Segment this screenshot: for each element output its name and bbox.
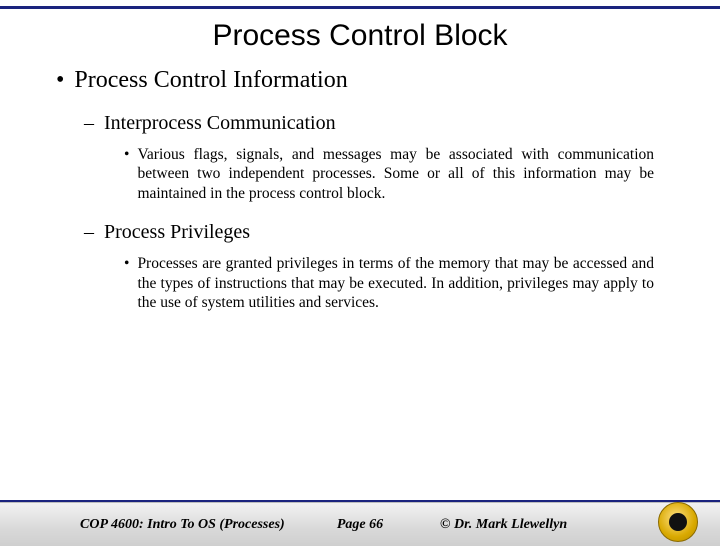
footer-bar: COP 4600: Intro To OS (Processes) Page 6… [0, 502, 720, 546]
footer: COP 4600: Intro To OS (Processes) Page 6… [0, 500, 720, 546]
level1-text: Process Control Information [74, 67, 347, 93]
ucf-logo-icon [658, 502, 698, 542]
bullet-level2: –Interprocess Communication [84, 112, 664, 135]
small-bullet-icon: • [124, 145, 129, 203]
bullet-icon: • [56, 67, 64, 93]
footer-course: COP 4600: Intro To OS (Processes) [80, 517, 285, 533]
slide-content: •Process Control Information –Interproce… [0, 67, 720, 312]
slide-title: Process Control Block [0, 19, 720, 53]
level2-heading: Interprocess Communication [104, 112, 336, 134]
dash-icon: – [84, 112, 94, 134]
level3-body: Processes are granted privileges in term… [137, 254, 654, 312]
footer-page: Page 66 [337, 517, 383, 533]
bullet-level1: • Process Control Information [56, 67, 664, 94]
level3-body: Various flags, signals, and messages may… [137, 145, 654, 203]
bullet-level3: • Processes are granted privileges in te… [124, 254, 654, 312]
small-bullet-icon: • [124, 254, 129, 312]
dash-icon: – [84, 221, 94, 243]
bullet-level3: • Various flags, signals, and messages m… [124, 145, 654, 203]
top-rule [0, 6, 720, 9]
bullet-level2: –Process Privileges [84, 221, 664, 244]
level2-heading: Process Privileges [104, 221, 250, 243]
footer-author: © Dr. Mark Llewellyn [440, 517, 567, 533]
